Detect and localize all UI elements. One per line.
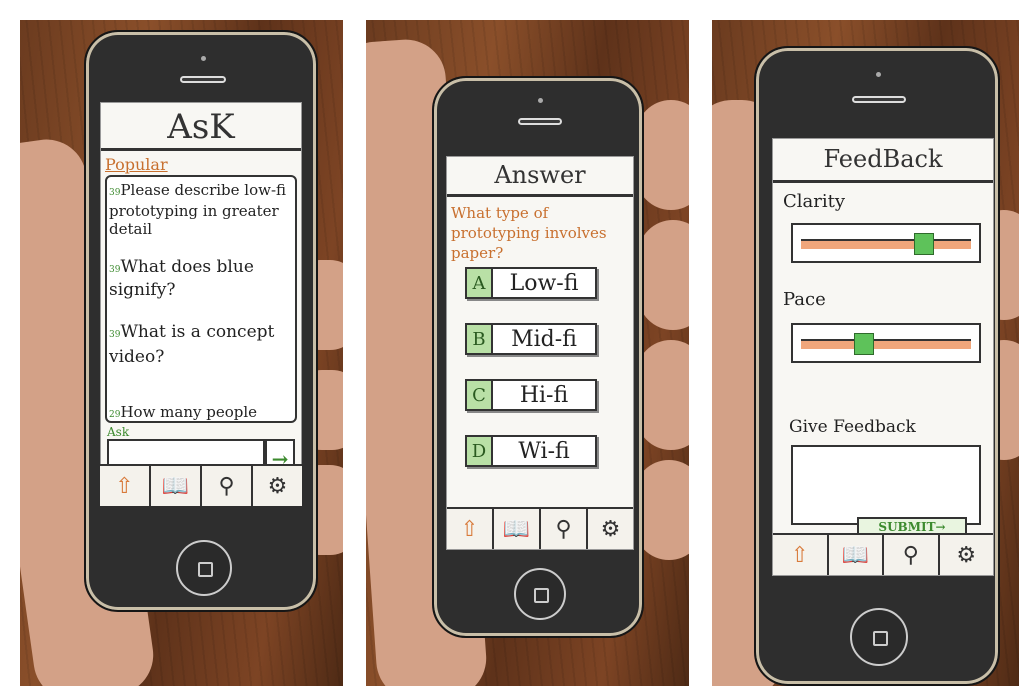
option-text: Mid-fi bbox=[511, 326, 577, 352]
home-icon: ⇧ bbox=[790, 542, 809, 568]
gear-icon: ⚙ bbox=[956, 542, 977, 568]
home-button[interactable] bbox=[850, 608, 908, 666]
camera bbox=[538, 98, 543, 103]
home-icon: ⇧ bbox=[115, 473, 134, 499]
option-b[interactable]: B Mid-fi bbox=[465, 323, 597, 355]
camera bbox=[876, 72, 881, 77]
speaker bbox=[518, 118, 562, 125]
tab-settings[interactable]: ⚙ bbox=[940, 535, 994, 575]
speaker bbox=[852, 96, 906, 103]
clarity-slider[interactable] bbox=[791, 223, 981, 263]
photo-ask-screen: AsK Popular 39Please describe low-fi pro… bbox=[20, 20, 343, 686]
home-button[interactable] bbox=[514, 568, 566, 620]
tab-book[interactable]: 📖 bbox=[151, 466, 202, 506]
photo-feedback-screen: FeedBack Clarity Pace Give Feedback SUBM… bbox=[712, 20, 1019, 686]
option-letter: C bbox=[467, 381, 493, 409]
book-icon: 📖 bbox=[161, 473, 190, 499]
tab-home[interactable]: ⇧ bbox=[100, 466, 151, 506]
section-label: Popular bbox=[105, 155, 168, 174]
tab-search[interactable]: ⚲ bbox=[541, 509, 588, 549]
option-letter: A bbox=[467, 269, 493, 297]
pace-slider[interactable] bbox=[791, 323, 981, 363]
option-text: Low-fi bbox=[509, 270, 579, 296]
slider-thumb[interactable] bbox=[913, 233, 934, 255]
pace-label: Pace bbox=[783, 289, 826, 310]
search-icon: ⚲ bbox=[555, 516, 572, 542]
tab-bar: ⇧ 📖 ⚲ ⚙ bbox=[100, 464, 302, 506]
screen: FeedBack Clarity Pace Give Feedback SUBM… bbox=[772, 138, 994, 576]
photo-answer-screen: Answer What type of prototyping involves… bbox=[366, 20, 689, 686]
clarity-label: Clarity bbox=[783, 191, 846, 212]
question-list[interactable]: 39Please describe low-fi prototyping in … bbox=[105, 175, 297, 423]
search-icon: ⚲ bbox=[902, 542, 919, 568]
speaker bbox=[180, 76, 226, 83]
list-item[interactable]: 39What does blue signify? bbox=[109, 257, 295, 300]
paper-phone: AsK Popular 39Please describe low-fi pro… bbox=[84, 30, 318, 612]
tab-settings[interactable]: ⚙ bbox=[253, 466, 302, 506]
option-letter: D bbox=[467, 437, 493, 465]
question-text: What is a concept video? bbox=[109, 322, 275, 367]
vote-count: 39 bbox=[109, 265, 121, 275]
question-text: How many people bbox=[120, 403, 258, 421]
camera bbox=[201, 56, 206, 61]
slider-track bbox=[801, 339, 971, 349]
vote-count: 39 bbox=[109, 188, 121, 198]
page-title: AsK bbox=[101, 107, 301, 151]
screen: Answer What type of prototyping involves… bbox=[446, 156, 634, 550]
tab-search[interactable]: ⚲ bbox=[884, 535, 940, 575]
book-icon: 📖 bbox=[841, 542, 869, 568]
tab-book[interactable]: 📖 bbox=[494, 509, 541, 549]
gear-icon: ⚙ bbox=[267, 473, 288, 499]
ask-label: Ask bbox=[107, 425, 130, 439]
tab-home[interactable]: ⇧ bbox=[447, 509, 494, 549]
paper-phone: Answer What type of prototyping involves… bbox=[432, 76, 644, 638]
vote-count: 29 bbox=[109, 410, 121, 420]
question-text: What does blue signify? bbox=[109, 257, 254, 300]
book-icon: 📖 bbox=[502, 516, 531, 542]
option-letter: B bbox=[467, 325, 493, 353]
vote-count: 39 bbox=[109, 330, 121, 340]
tab-bar: ⇧ 📖 ⚲ ⚙ bbox=[447, 507, 633, 549]
page-title: Answer bbox=[447, 161, 633, 197]
tab-settings[interactable]: ⚙ bbox=[588, 509, 633, 549]
tab-search[interactable]: ⚲ bbox=[202, 466, 253, 506]
home-icon: ⇧ bbox=[460, 516, 479, 542]
question-text: What type of prototyping involves paper? bbox=[451, 204, 607, 262]
home-button[interactable] bbox=[176, 540, 232, 596]
tab-home[interactable]: ⇧ bbox=[773, 535, 829, 575]
gear-icon: ⚙ bbox=[600, 516, 621, 542]
give-feedback-label: Give Feedback bbox=[789, 417, 916, 437]
page-title: FeedBack bbox=[773, 145, 993, 183]
list-item[interactable]: 29How many people bbox=[109, 403, 295, 421]
option-a[interactable]: A Low-fi bbox=[465, 267, 597, 299]
question-text: Please describe low-fi prototyping in gr… bbox=[109, 181, 287, 238]
tab-bar: ⇧ 📖 ⚲ ⚙ bbox=[773, 533, 993, 575]
option-text: Hi-fi bbox=[519, 382, 569, 408]
option-d[interactable]: D Wi-fi bbox=[465, 435, 597, 467]
slider-thumb[interactable] bbox=[853, 333, 874, 355]
finger bbox=[638, 220, 689, 330]
search-icon: ⚲ bbox=[218, 473, 235, 499]
list-item[interactable]: 39Please describe low-fi prototyping in … bbox=[109, 181, 295, 238]
tab-book[interactable]: 📖 bbox=[829, 535, 884, 575]
slider-track bbox=[801, 239, 971, 249]
list-item[interactable]: 39What is a concept video? bbox=[109, 321, 295, 368]
option-c[interactable]: C Hi-fi bbox=[465, 379, 597, 411]
feedback-textarea[interactable] bbox=[791, 445, 981, 525]
option-text: Wi-fi bbox=[518, 438, 570, 464]
paper-phone: FeedBack Clarity Pace Give Feedback SUBM… bbox=[754, 46, 1000, 686]
screen: AsK Popular 39Please describe low-fi pro… bbox=[100, 102, 302, 504]
